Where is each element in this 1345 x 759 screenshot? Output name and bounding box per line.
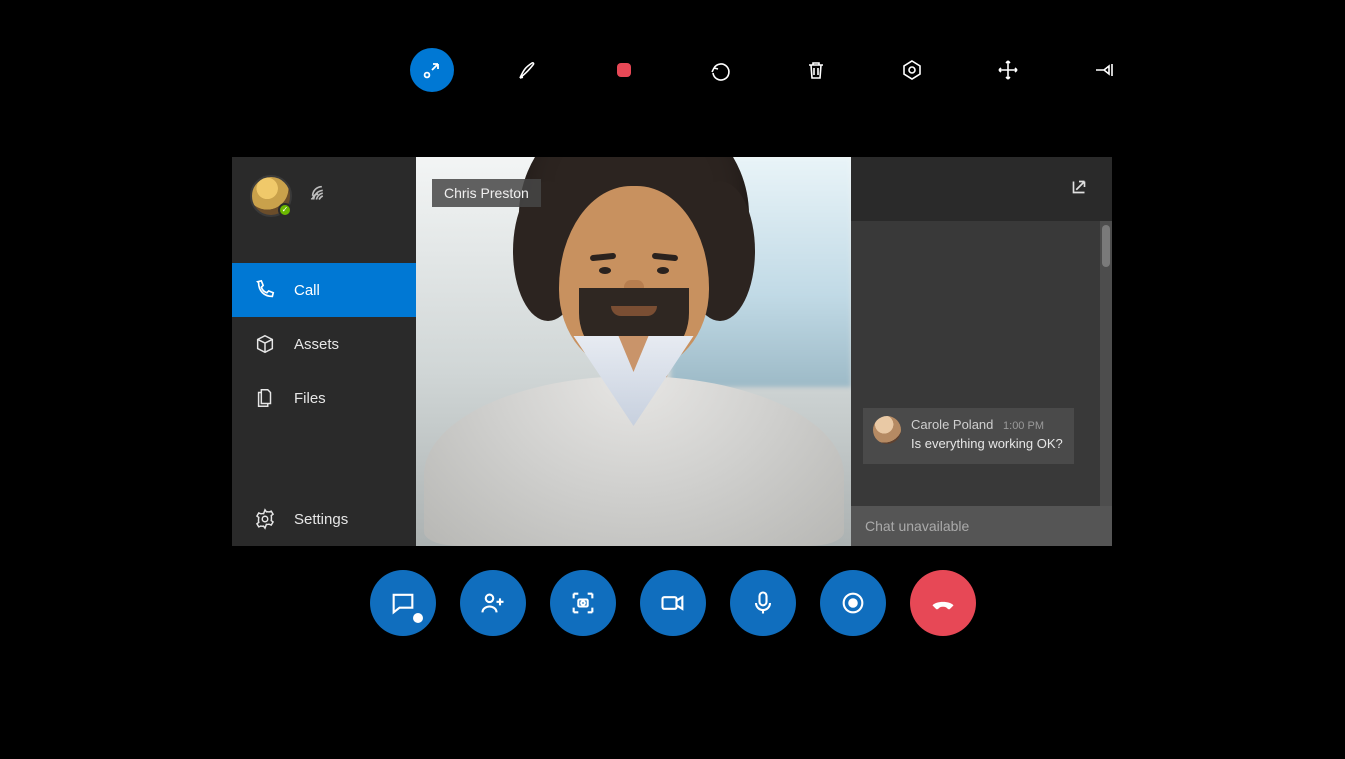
self-avatar[interactable]: [250, 175, 292, 217]
video-button[interactable]: [640, 570, 706, 636]
add-person-button[interactable]: [460, 570, 526, 636]
cast-icon[interactable]: [308, 183, 332, 210]
snapshot-button[interactable]: [550, 570, 616, 636]
top-toolbar: [410, 40, 1140, 100]
presence-available-icon: [278, 203, 292, 217]
box-icon: [254, 333, 276, 355]
sidebar-header: [232, 157, 416, 235]
sidebar-item-label: Call: [294, 282, 320, 299]
record-button[interactable]: [820, 570, 886, 636]
chat-input: Chat unavailable: [851, 506, 1112, 546]
call-controls: [0, 570, 1345, 636]
gear-icon: [254, 508, 276, 530]
stop-icon: [612, 58, 636, 82]
stop-record-button[interactable]: [602, 48, 646, 92]
chat-pane: Carole Poland 1:00 PM Is everything work…: [851, 157, 1112, 546]
popout-button[interactable]: [1068, 176, 1090, 203]
sidebar-item-assets[interactable]: Assets: [232, 317, 416, 371]
sidebar-item-settings[interactable]: Settings: [232, 492, 416, 546]
target-icon: [900, 58, 924, 82]
sidebar-item-label: Files: [294, 390, 326, 407]
chat-scrollbar[interactable]: [1100, 221, 1112, 506]
chat-header: [851, 157, 1112, 221]
move-icon: [996, 58, 1020, 82]
add-person-icon: [479, 589, 507, 617]
chat-button[interactable]: [370, 570, 436, 636]
sidebar: Call Assets Files: [232, 157, 416, 546]
popout-icon: [1068, 176, 1090, 198]
pin-button[interactable]: [1082, 48, 1126, 92]
hangup-button[interactable]: [910, 570, 976, 636]
files-icon: [254, 387, 276, 409]
collapse-icon: [420, 58, 444, 82]
notification-dot-icon: [413, 613, 423, 623]
collapse-ink-button[interactable]: [410, 48, 454, 92]
caller-name-badge: Chris Preston: [432, 179, 541, 207]
message-time: 1:00 PM: [1003, 420, 1044, 432]
undo-icon: [708, 58, 732, 82]
target-button[interactable]: [890, 48, 934, 92]
chat-body: Carole Poland 1:00 PM Is everything work…: [851, 221, 1112, 506]
chat-icon: [389, 589, 417, 617]
trash-icon: [804, 58, 828, 82]
sidebar-item-label: Assets: [294, 336, 339, 353]
phone-icon: [254, 279, 276, 301]
pen-icon: [516, 58, 540, 82]
sidebar-item-call[interactable]: Call: [232, 263, 416, 317]
chat-message: Carole Poland 1:00 PM Is everything work…: [863, 408, 1074, 464]
sidebar-item-files[interactable]: Files: [232, 371, 416, 425]
delete-button[interactable]: [794, 48, 838, 92]
camera-frame-icon: [569, 589, 597, 617]
move-button[interactable]: [986, 48, 1030, 92]
message-sender: Carole Poland: [911, 417, 993, 432]
video-icon: [659, 589, 687, 617]
message-avatar: [873, 416, 901, 444]
record-icon: [839, 589, 867, 617]
hangup-icon: [929, 589, 957, 617]
pen-button[interactable]: [506, 48, 550, 92]
app-panel: Call Assets Files: [232, 157, 1112, 546]
mic-icon: [749, 589, 777, 617]
message-text: Is everything working OK?: [911, 436, 1063, 451]
undo-button[interactable]: [698, 48, 742, 92]
video-feed: Chris Preston: [416, 157, 851, 546]
caller-portrait: [444, 196, 824, 546]
mic-button[interactable]: [730, 570, 796, 636]
sidebar-item-label: Settings: [294, 511, 348, 528]
app-stage: Call Assets Files: [0, 0, 1345, 759]
pin-icon: [1092, 58, 1116, 82]
